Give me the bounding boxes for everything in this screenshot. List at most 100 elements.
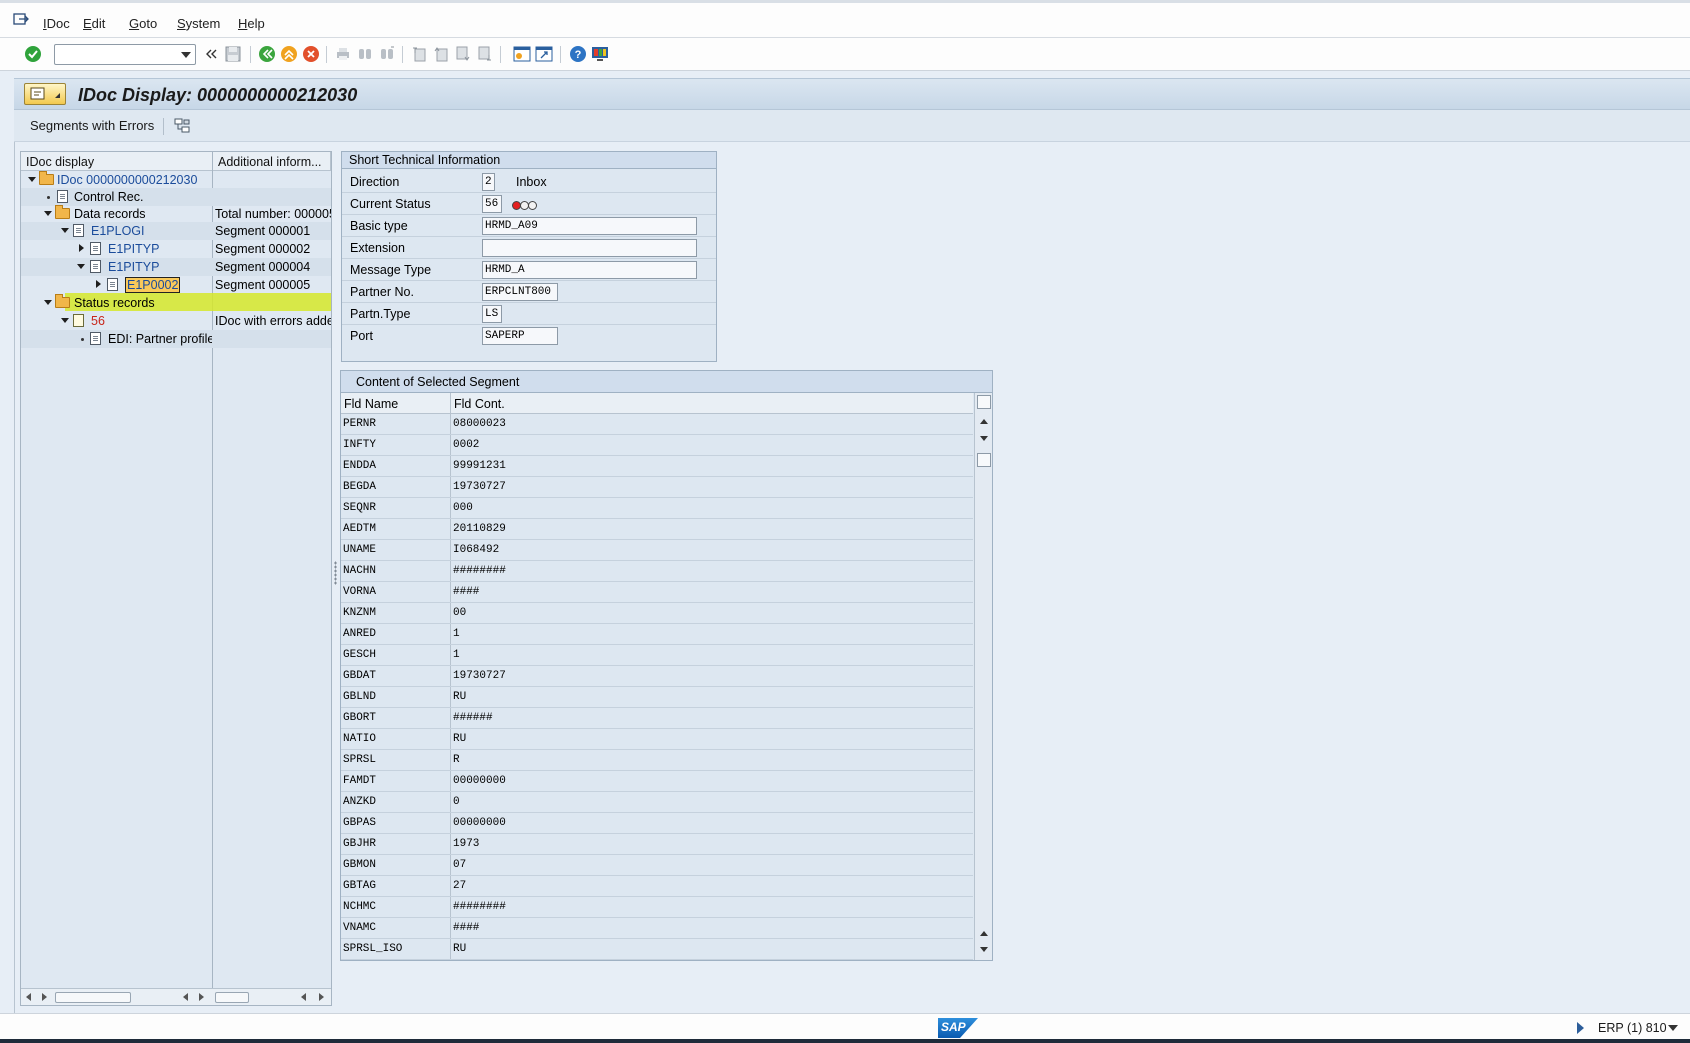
panel-splitter[interactable] bbox=[333, 151, 338, 1006]
collapse-icon[interactable] bbox=[79, 244, 84, 252]
table-row[interactable]: VORNA #### bbox=[341, 582, 973, 603]
scroll-up-icon[interactable] bbox=[980, 419, 988, 424]
create-session-button[interactable] bbox=[512, 44, 532, 64]
table-row[interactable]: GBTAG 27 bbox=[341, 876, 973, 897]
save-button[interactable] bbox=[223, 44, 243, 64]
exit-button[interactable] bbox=[279, 44, 299, 64]
table-row[interactable]: GESCH 1 bbox=[341, 645, 973, 666]
cancel-button[interactable] bbox=[301, 44, 321, 64]
generate-shortcut-button[interactable] bbox=[534, 44, 554, 64]
table-row[interactable]: VNAMC #### bbox=[341, 918, 973, 939]
expand-icon[interactable] bbox=[28, 177, 36, 182]
partner-type-field[interactable]: LS bbox=[482, 305, 502, 323]
chevron-down-icon[interactable] bbox=[181, 52, 191, 58]
extension-field[interactable] bbox=[482, 239, 697, 257]
table-row[interactable]: NACHN ######## bbox=[341, 561, 973, 582]
column-settings-icon[interactable] bbox=[977, 395, 991, 409]
tree-node-segment[interactable]: E1PLOGI Segment 000001 bbox=[21, 222, 331, 240]
find-next-button[interactable] bbox=[377, 44, 397, 64]
table-row[interactable]: UNAME I068492 bbox=[341, 540, 973, 561]
back-button[interactable] bbox=[257, 44, 277, 64]
table-row[interactable]: INFTY 0002 bbox=[341, 435, 973, 456]
collapse-command-button[interactable] bbox=[201, 44, 221, 64]
menu-goto[interactable]: Goto bbox=[129, 16, 157, 31]
chevron-down-icon[interactable] bbox=[1668, 1025, 1678, 1031]
print-button[interactable] bbox=[333, 44, 353, 64]
table-row[interactable]: PERNR 08000023 bbox=[341, 414, 973, 435]
command-field[interactable] bbox=[54, 44, 196, 65]
menu-edit[interactable]: Edit bbox=[83, 16, 105, 31]
table-row[interactable]: SPRSL R bbox=[341, 750, 973, 771]
table-row[interactable]: GBDAT 19730727 bbox=[341, 666, 973, 687]
table-row[interactable]: GBMON 07 bbox=[341, 855, 973, 876]
tree-node-idoc[interactable]: IDoc 0000000000212030 bbox=[21, 171, 331, 189]
table-row[interactable]: GBJHR 1973 bbox=[341, 834, 973, 855]
tree-header-idoc-display[interactable]: IDoc display bbox=[21, 152, 213, 171]
scroll-up-icon[interactable] bbox=[980, 931, 988, 936]
screen-options-button[interactable] bbox=[24, 83, 66, 105]
tree-node-control-rec[interactable]: Control Rec. bbox=[21, 188, 331, 206]
menu-system[interactable]: System bbox=[177, 16, 220, 31]
tree-node-data-records[interactable]: Data records Total number: 000005 bbox=[21, 205, 331, 223]
play-icon[interactable] bbox=[1577, 1022, 1584, 1034]
scroll-thumb[interactable] bbox=[977, 453, 991, 467]
table-row[interactable]: SPRSL_ISO RU bbox=[341, 939, 973, 960]
table-row[interactable]: ANRED 1 bbox=[341, 624, 973, 645]
table-row[interactable]: NATIO RU bbox=[341, 729, 973, 750]
table-row[interactable]: AEDTM 20110829 bbox=[341, 519, 973, 540]
tree-node-segment[interactable]: E1PITYP Segment 000004 bbox=[21, 258, 331, 276]
column-header-field-name[interactable]: Fld Name bbox=[344, 397, 398, 411]
expand-icon[interactable] bbox=[44, 300, 52, 305]
table-row[interactable]: FAMDT 00000000 bbox=[341, 771, 973, 792]
table-row[interactable]: GBPAS 00000000 bbox=[341, 813, 973, 834]
tree-toggle-button[interactable] bbox=[172, 116, 192, 136]
table-row[interactable]: GBLND RU bbox=[341, 687, 973, 708]
scroll-right-icon[interactable] bbox=[42, 993, 47, 1001]
tree-node-segment-selected[interactable]: E1P0002 Segment 000005 bbox=[21, 276, 331, 294]
enter-button[interactable] bbox=[23, 44, 43, 64]
table-row[interactable]: SEQNR 000 bbox=[341, 498, 973, 519]
help-button[interactable]: ? bbox=[568, 44, 588, 64]
tree-node-status-records[interactable]: Status records bbox=[21, 294, 331, 312]
expand-icon[interactable] bbox=[61, 228, 69, 233]
port-field[interactable]: SAPERP bbox=[482, 327, 558, 345]
table-row[interactable]: GBORT ###### bbox=[341, 708, 973, 729]
segment-vertical-scrollbar[interactable] bbox=[974, 393, 992, 960]
scroll-left-icon[interactable] bbox=[301, 993, 306, 1001]
scroll-down-icon[interactable] bbox=[980, 947, 988, 952]
collapse-icon[interactable] bbox=[96, 280, 101, 288]
partner-no-field[interactable]: ERPCLNT800 bbox=[482, 283, 558, 301]
table-row[interactable]: BEGDA 19730727 bbox=[341, 477, 973, 498]
segments-with-errors-button[interactable]: Segments with Errors bbox=[30, 118, 154, 133]
selected-segment[interactable]: E1P0002 bbox=[125, 277, 181, 293]
tree-node-status-56[interactable]: 56 IDoc with errors added bbox=[21, 312, 331, 330]
menu-help[interactable]: Help bbox=[238, 16, 265, 31]
basic-type-field[interactable]: HRMD_A09 bbox=[482, 217, 697, 235]
current-status-field[interactable]: 56 bbox=[482, 195, 502, 213]
expand-icon[interactable] bbox=[61, 318, 69, 323]
expand-icon[interactable] bbox=[77, 264, 85, 269]
tree-horizontal-scrollbar[interactable] bbox=[21, 988, 331, 1005]
scroll-thumb[interactable] bbox=[55, 992, 131, 1003]
table-row[interactable]: ENDDA 99991231 bbox=[341, 456, 973, 477]
scroll-left-icon[interactable] bbox=[183, 993, 188, 1001]
scroll-right-icon[interactable] bbox=[199, 993, 204, 1001]
customize-layout-button[interactable] bbox=[590, 44, 610, 64]
scroll-thumb[interactable] bbox=[215, 992, 249, 1003]
previous-page-button[interactable] bbox=[431, 44, 451, 64]
first-page-button[interactable] bbox=[409, 44, 429, 64]
scroll-right-icon[interactable] bbox=[319, 993, 324, 1001]
menu-idoc[interactable]: IDoc bbox=[43, 16, 70, 31]
direction-field[interactable]: 2 bbox=[482, 173, 495, 191]
command-input[interactable] bbox=[55, 45, 173, 64]
menu-options-icon[interactable] bbox=[13, 13, 29, 27]
expand-icon[interactable] bbox=[44, 211, 52, 216]
message-type-field[interactable]: HRMD_A bbox=[482, 261, 697, 279]
column-header-field-content[interactable]: Fld Cont. bbox=[454, 397, 505, 411]
find-button[interactable] bbox=[355, 44, 375, 64]
scroll-down-icon[interactable] bbox=[980, 436, 988, 441]
tree-node-status-detail[interactable]: EDI: Partner profile bbox=[21, 330, 331, 348]
table-row[interactable]: ANZKD 0 bbox=[341, 792, 973, 813]
tree-node-segment[interactable]: E1PITYP Segment 000002 bbox=[21, 240, 331, 258]
scroll-left-icon[interactable] bbox=[26, 993, 31, 1001]
